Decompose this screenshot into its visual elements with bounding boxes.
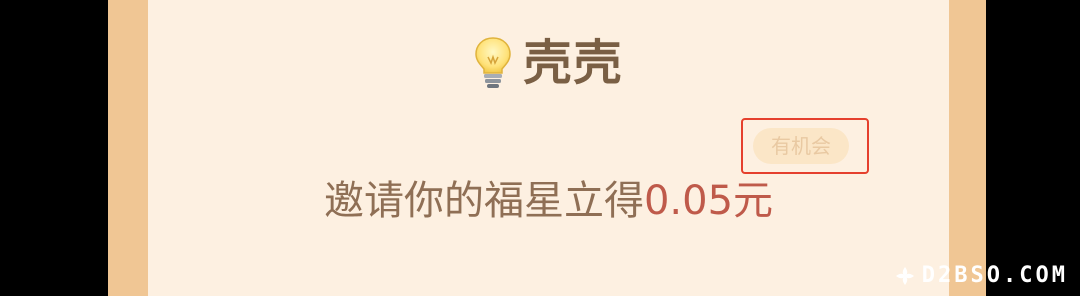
invite-text: 邀请你的福星立得 xyxy=(323,178,644,224)
card-title: 壳壳 xyxy=(523,35,624,91)
reward-amount: 0.05元 xyxy=(643,178,774,224)
reward-card: 壳壳 有机会 邀请你的福星立得 0.05元 xyxy=(148,0,949,296)
fleur-icon xyxy=(894,265,916,287)
invite-row: 邀请你的福星立得 0.05元 xyxy=(148,172,949,230)
lightbulb-icon xyxy=(473,35,513,91)
title-row: 壳壳 xyxy=(148,28,949,98)
chance-badge[interactable]: 有机会 xyxy=(753,128,849,164)
highlight-box: 有机会 xyxy=(741,118,869,174)
screen: 壳壳 有机会 邀请你的福星立得 0.05元 D2BSO.COM xyxy=(0,0,1080,296)
watermark-text: D2BSO.COM xyxy=(921,263,1068,288)
watermark: D2BSO.COM xyxy=(894,263,1068,288)
